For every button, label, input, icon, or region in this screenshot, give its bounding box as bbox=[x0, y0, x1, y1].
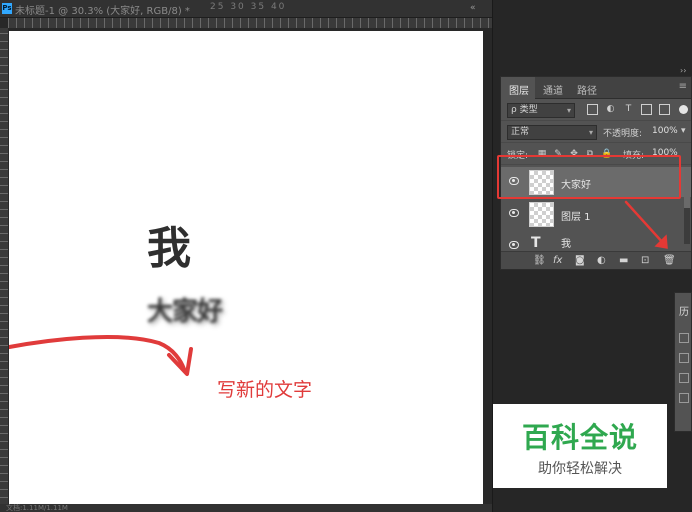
tab-channels[interactable]: 通道 bbox=[543, 82, 563, 97]
opacity-chevron-icon[interactable]: ▾ bbox=[681, 126, 686, 136]
document-canvas[interactable]: 我 大家好 大家好 写新的文字 bbox=[9, 31, 483, 504]
tab-paths[interactable]: 路径 bbox=[577, 82, 597, 97]
chevron-down-icon: ▾ bbox=[566, 106, 571, 115]
layer-name: 我 bbox=[561, 239, 571, 250]
filter-toggle-icon[interactable] bbox=[679, 105, 688, 114]
canvas-text-big: 我 bbox=[147, 223, 191, 274]
tab-layers[interactable]: 图层 bbox=[509, 82, 529, 97]
image-filter-icon[interactable] bbox=[587, 104, 598, 115]
history-tab[interactable]: 历 bbox=[679, 303, 689, 318]
annotation-text: 写新的文字 bbox=[217, 379, 313, 401]
vertical-ruler[interactable] bbox=[0, 28, 8, 506]
type-layer-icon: T bbox=[531, 235, 541, 251]
photoshop-window: Ps 未标题-1 @ 30.3% (大家好, RGB/8) * 25 30 35… bbox=[0, 0, 692, 512]
filter-row: ρ 类型 ▾ ◐ T bbox=[501, 99, 691, 121]
history-panel: 历 bbox=[674, 292, 692, 432]
history-item[interactable] bbox=[679, 373, 689, 383]
layers-scrollbar[interactable] bbox=[684, 168, 690, 244]
collapse-panels-icon[interactable]: « bbox=[470, 3, 476, 13]
chevron-down-icon: ▾ bbox=[588, 128, 593, 137]
shape-filter-icon[interactable] bbox=[641, 104, 652, 115]
watermark-logo: 百科全说 助你轻松解决 bbox=[493, 404, 667, 488]
red-arrow-to-trash bbox=[624, 200, 668, 249]
adjustment-icon[interactable]: ◐ bbox=[597, 255, 606, 266]
panel-menu-icon[interactable]: ≡ bbox=[679, 81, 687, 92]
visibility-eye-icon[interactable] bbox=[509, 241, 519, 249]
photoshop-app-icon: Ps bbox=[2, 3, 12, 14]
history-item[interactable] bbox=[679, 393, 689, 403]
layer-filter-label: ρ 类型 bbox=[511, 105, 538, 115]
type-filter-icon[interactable]: T bbox=[623, 104, 634, 115]
blend-row: 正常 ▾ 不透明度: 100% ▾ bbox=[501, 121, 691, 143]
watermark-subtitle: 助你轻松解决 bbox=[538, 461, 622, 477]
scrollbar-thumb[interactable] bbox=[684, 168, 690, 208]
layer-filter-select[interactable]: ρ 类型 ▾ bbox=[507, 103, 575, 118]
visibility-eye-icon[interactable] bbox=[509, 209, 519, 217]
layers-panel-tabs: 图层 通道 路径 ≡ bbox=[501, 77, 691, 99]
watermark-title: 百科全说 bbox=[521, 421, 638, 454]
status-bar: 文档:1.11M/1.11M bbox=[0, 504, 492, 512]
link-icon[interactable]: ⛓ bbox=[533, 255, 546, 266]
history-item[interactable] bbox=[679, 333, 689, 343]
blend-mode-value: 正常 bbox=[511, 127, 530, 137]
blend-mode-select[interactable]: 正常 ▾ bbox=[507, 125, 597, 140]
fx-icon[interactable]: fx bbox=[553, 255, 562, 266]
mask-icon[interactable]: ◙ bbox=[575, 255, 585, 266]
selected-layer-highlight bbox=[497, 155, 681, 199]
status-text: 文档:1.11M/1.11M bbox=[6, 504, 68, 512]
history-item[interactable] bbox=[679, 353, 689, 363]
ruler-numbers: 25 30 35 40 bbox=[210, 2, 287, 12]
horizontal-ruler[interactable] bbox=[8, 18, 492, 28]
opacity-label: 不透明度: bbox=[603, 129, 643, 139]
layer-name: 图层 1 bbox=[561, 212, 591, 223]
adjustment-filter-icon[interactable]: ◐ bbox=[605, 104, 616, 115]
opacity-value[interactable]: 100% bbox=[652, 126, 678, 136]
document-title: 未标题-1 @ 30.3% (大家好, RGB/8) * bbox=[15, 6, 190, 17]
smart-object-filter-icon[interactable] bbox=[659, 104, 670, 115]
canvas-text-blurred: 大家好 bbox=[147, 297, 223, 327]
red-arrow-annotation bbox=[9, 335, 193, 376]
layer-thumbnail bbox=[529, 202, 554, 227]
dock-collapse-icon[interactable]: ›› bbox=[680, 66, 686, 75]
document-tab[interactable]: Ps 未标题-1 @ 30.3% (大家好, RGB/8) * 25 30 35… bbox=[0, 0, 492, 18]
